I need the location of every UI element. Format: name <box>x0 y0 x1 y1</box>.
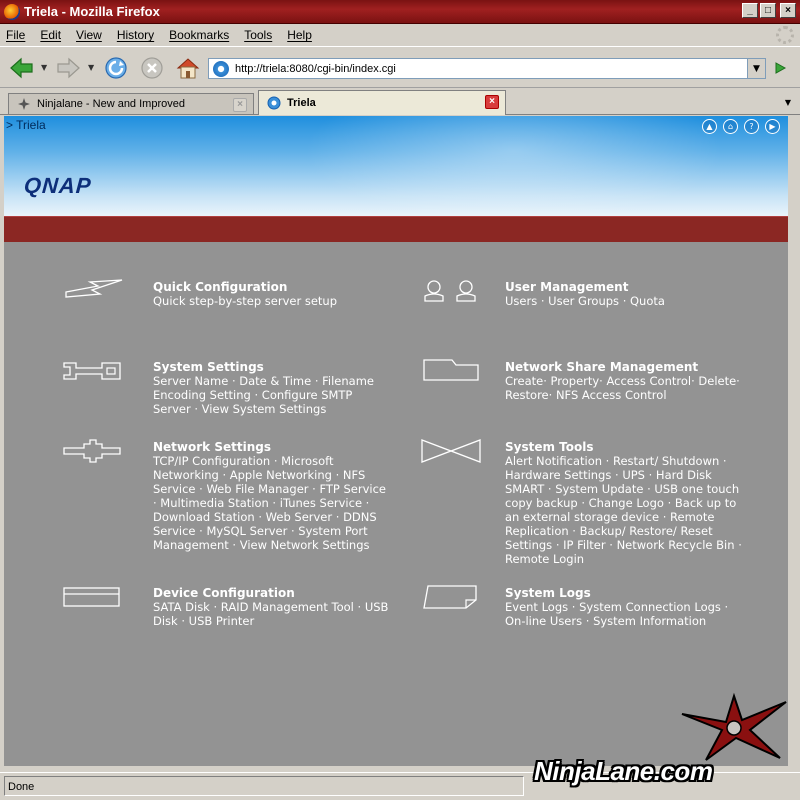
ninja-star-icon <box>18 98 30 110</box>
wrench-icon[interactable] <box>62 359 124 383</box>
section-links[interactable]: Quick step-by-step server setup <box>153 294 393 308</box>
section-links[interactable]: Alert Notification · Restart/ Shutdown ·… <box>505 454 745 566</box>
menu-tools[interactable]: Tools <box>244 28 272 42</box>
section-title[interactable]: Quick Configuration <box>153 280 393 294</box>
section-links[interactable]: Server Name · Date & Time · Filename Enc… <box>153 374 393 416</box>
device-icon[interactable] <box>62 585 122 609</box>
window-title: Triela - Mozilla Firefox <box>24 4 160 19</box>
forward-button[interactable] <box>54 55 82 81</box>
back-dropdown-icon[interactable]: ▼ <box>41 63 47 72</box>
menu-file[interactable]: File <box>6 28 25 42</box>
section-quick-configuration: Quick Configuration Quick step-by-step s… <box>153 280 393 308</box>
tab-list-dropdown-icon[interactable]: ▼ <box>780 93 796 111</box>
site-favicon-icon <box>213 60 229 77</box>
section-device-configuration: Device Configuration SATA Disk · RAID Ma… <box>153 586 393 628</box>
url-text: http://triela:8080/cgi-bin/index.cgi <box>235 62 396 75</box>
folder-icon[interactable] <box>422 358 480 382</box>
reload-icon <box>105 57 127 79</box>
section-title[interactable]: User Management <box>505 280 755 294</box>
section-links[interactable]: Users · User Groups · Quota <box>505 294 755 308</box>
accent-bar <box>4 216 788 242</box>
menu-history[interactable]: History <box>117 28 154 42</box>
menu-view[interactable]: View <box>76 28 102 42</box>
lightning-icon[interactable] <box>64 278 124 300</box>
section-links[interactable]: Create· Property· Access Control· Delete… <box>505 374 745 402</box>
tab-triela[interactable]: Triela × <box>258 90 506 115</box>
section-title[interactable]: System Logs <box>505 586 745 600</box>
section-title[interactable]: Network Share Management <box>505 360 745 374</box>
back-button[interactable] <box>8 55 36 81</box>
qnap-logo: QNAP <box>23 173 93 198</box>
throbber-icon <box>776 26 794 44</box>
close-tab-icon[interactable]: × <box>485 95 499 109</box>
section-links[interactable]: SATA Disk · RAID Management Tool · USB D… <box>153 600 393 628</box>
close-tab-icon[interactable]: × <box>233 98 247 112</box>
header-banner: > Triela ▲ ⌂ ? ▶ QNAP <box>4 116 788 226</box>
banner-icon-group: ▲ ⌂ ? ▶ <box>702 119 780 134</box>
menu-edit[interactable]: Edit <box>40 28 61 42</box>
ninja-star-icon <box>681 692 787 761</box>
section-title[interactable]: Device Configuration <box>153 586 393 600</box>
status-text: Done <box>8 781 35 793</box>
maximize-button[interactable]: □ <box>760 3 776 18</box>
forward-arrow-icon <box>57 57 80 79</box>
window-titlebar: Triela - Mozilla Firefox _ □ × <box>0 0 800 24</box>
menu-bookmarks[interactable]: Bookmarks <box>169 28 229 42</box>
menu-bar: File Edit View History Bookmarks Tools H… <box>0 24 800 46</box>
tab-ninjalane[interactable]: Ninjalane - New and Improved × <box>8 93 254 114</box>
menu-help[interactable]: Help <box>287 28 312 42</box>
close-window-button[interactable]: × <box>780 3 796 18</box>
status-panel <box>4 776 524 796</box>
reload-button[interactable] <box>102 55 130 81</box>
navigation-toolbar: ▼ ▼ http://triela:8080/cgi-bin/index.cgi… <box>0 46 800 88</box>
section-system-logs: System Logs Event Logs · System Connecti… <box>505 586 745 628</box>
section-title[interactable]: Network Settings <box>153 440 393 454</box>
tab-label: Ninjalane - New and Improved <box>37 98 185 110</box>
page-content: > Triela ▲ ⌂ ? ▶ QNAP Quick Configuratio… <box>4 116 788 766</box>
go-button[interactable] <box>771 59 789 77</box>
log-icon[interactable] <box>422 584 480 610</box>
tab-label: Triela <box>287 97 316 109</box>
users-icon[interactable] <box>422 279 482 303</box>
site-favicon-icon <box>267 96 281 110</box>
window-controls: _ □ × <box>742 3 796 18</box>
minimize-button[interactable]: _ <box>742 3 758 18</box>
section-links[interactable]: TCP/IP Configuration · Microsoft Network… <box>153 454 393 552</box>
section-network-share-management: Network Share Management Create· Propert… <box>505 360 745 402</box>
section-network-settings: Network Settings TCP/IP Configuration · … <box>153 440 393 552</box>
section-title[interactable]: System Tools <box>505 440 745 454</box>
section-system-tools: System Tools Alert Notification · Restar… <box>505 440 745 566</box>
home-button[interactable] <box>174 55 202 81</box>
breadcrumb[interactable]: > Triela <box>6 118 46 132</box>
section-system-settings: System Settings Server Name · Date & Tim… <box>153 360 393 416</box>
firefox-icon <box>4 3 20 20</box>
tab-bar: Ninjalane - New and Improved × Triela × … <box>0 88 800 115</box>
section-links[interactable]: Event Logs · System Connection Logs · On… <box>505 600 745 628</box>
back-arrow-icon <box>10 57 33 79</box>
watermark: NinjaLane.com <box>534 692 796 798</box>
stop-button[interactable] <box>138 55 166 81</box>
watermark-text: NinjaLane.com <box>534 756 713 786</box>
next-icon[interactable]: ▶ <box>765 119 780 134</box>
section-title[interactable]: System Settings <box>153 360 393 374</box>
tools-icon[interactable] <box>420 438 482 464</box>
home-icon[interactable]: ⌂ <box>723 119 738 134</box>
section-user-management: User Management Users · User Groups · Qu… <box>505 280 755 308</box>
home-icon <box>176 58 200 79</box>
go-arrow-icon <box>775 62 787 74</box>
stop-icon <box>141 57 163 79</box>
top-icon[interactable]: ▲ <box>702 119 717 134</box>
url-history-dropdown-icon[interactable]: ▼ <box>748 58 766 79</box>
forward-dropdown-icon[interactable]: ▼ <box>88 63 94 72</box>
help-icon[interactable]: ? <box>744 119 759 134</box>
network-icon[interactable] <box>62 438 124 464</box>
url-bar[interactable]: http://triela:8080/cgi-bin/index.cgi <box>208 58 748 79</box>
